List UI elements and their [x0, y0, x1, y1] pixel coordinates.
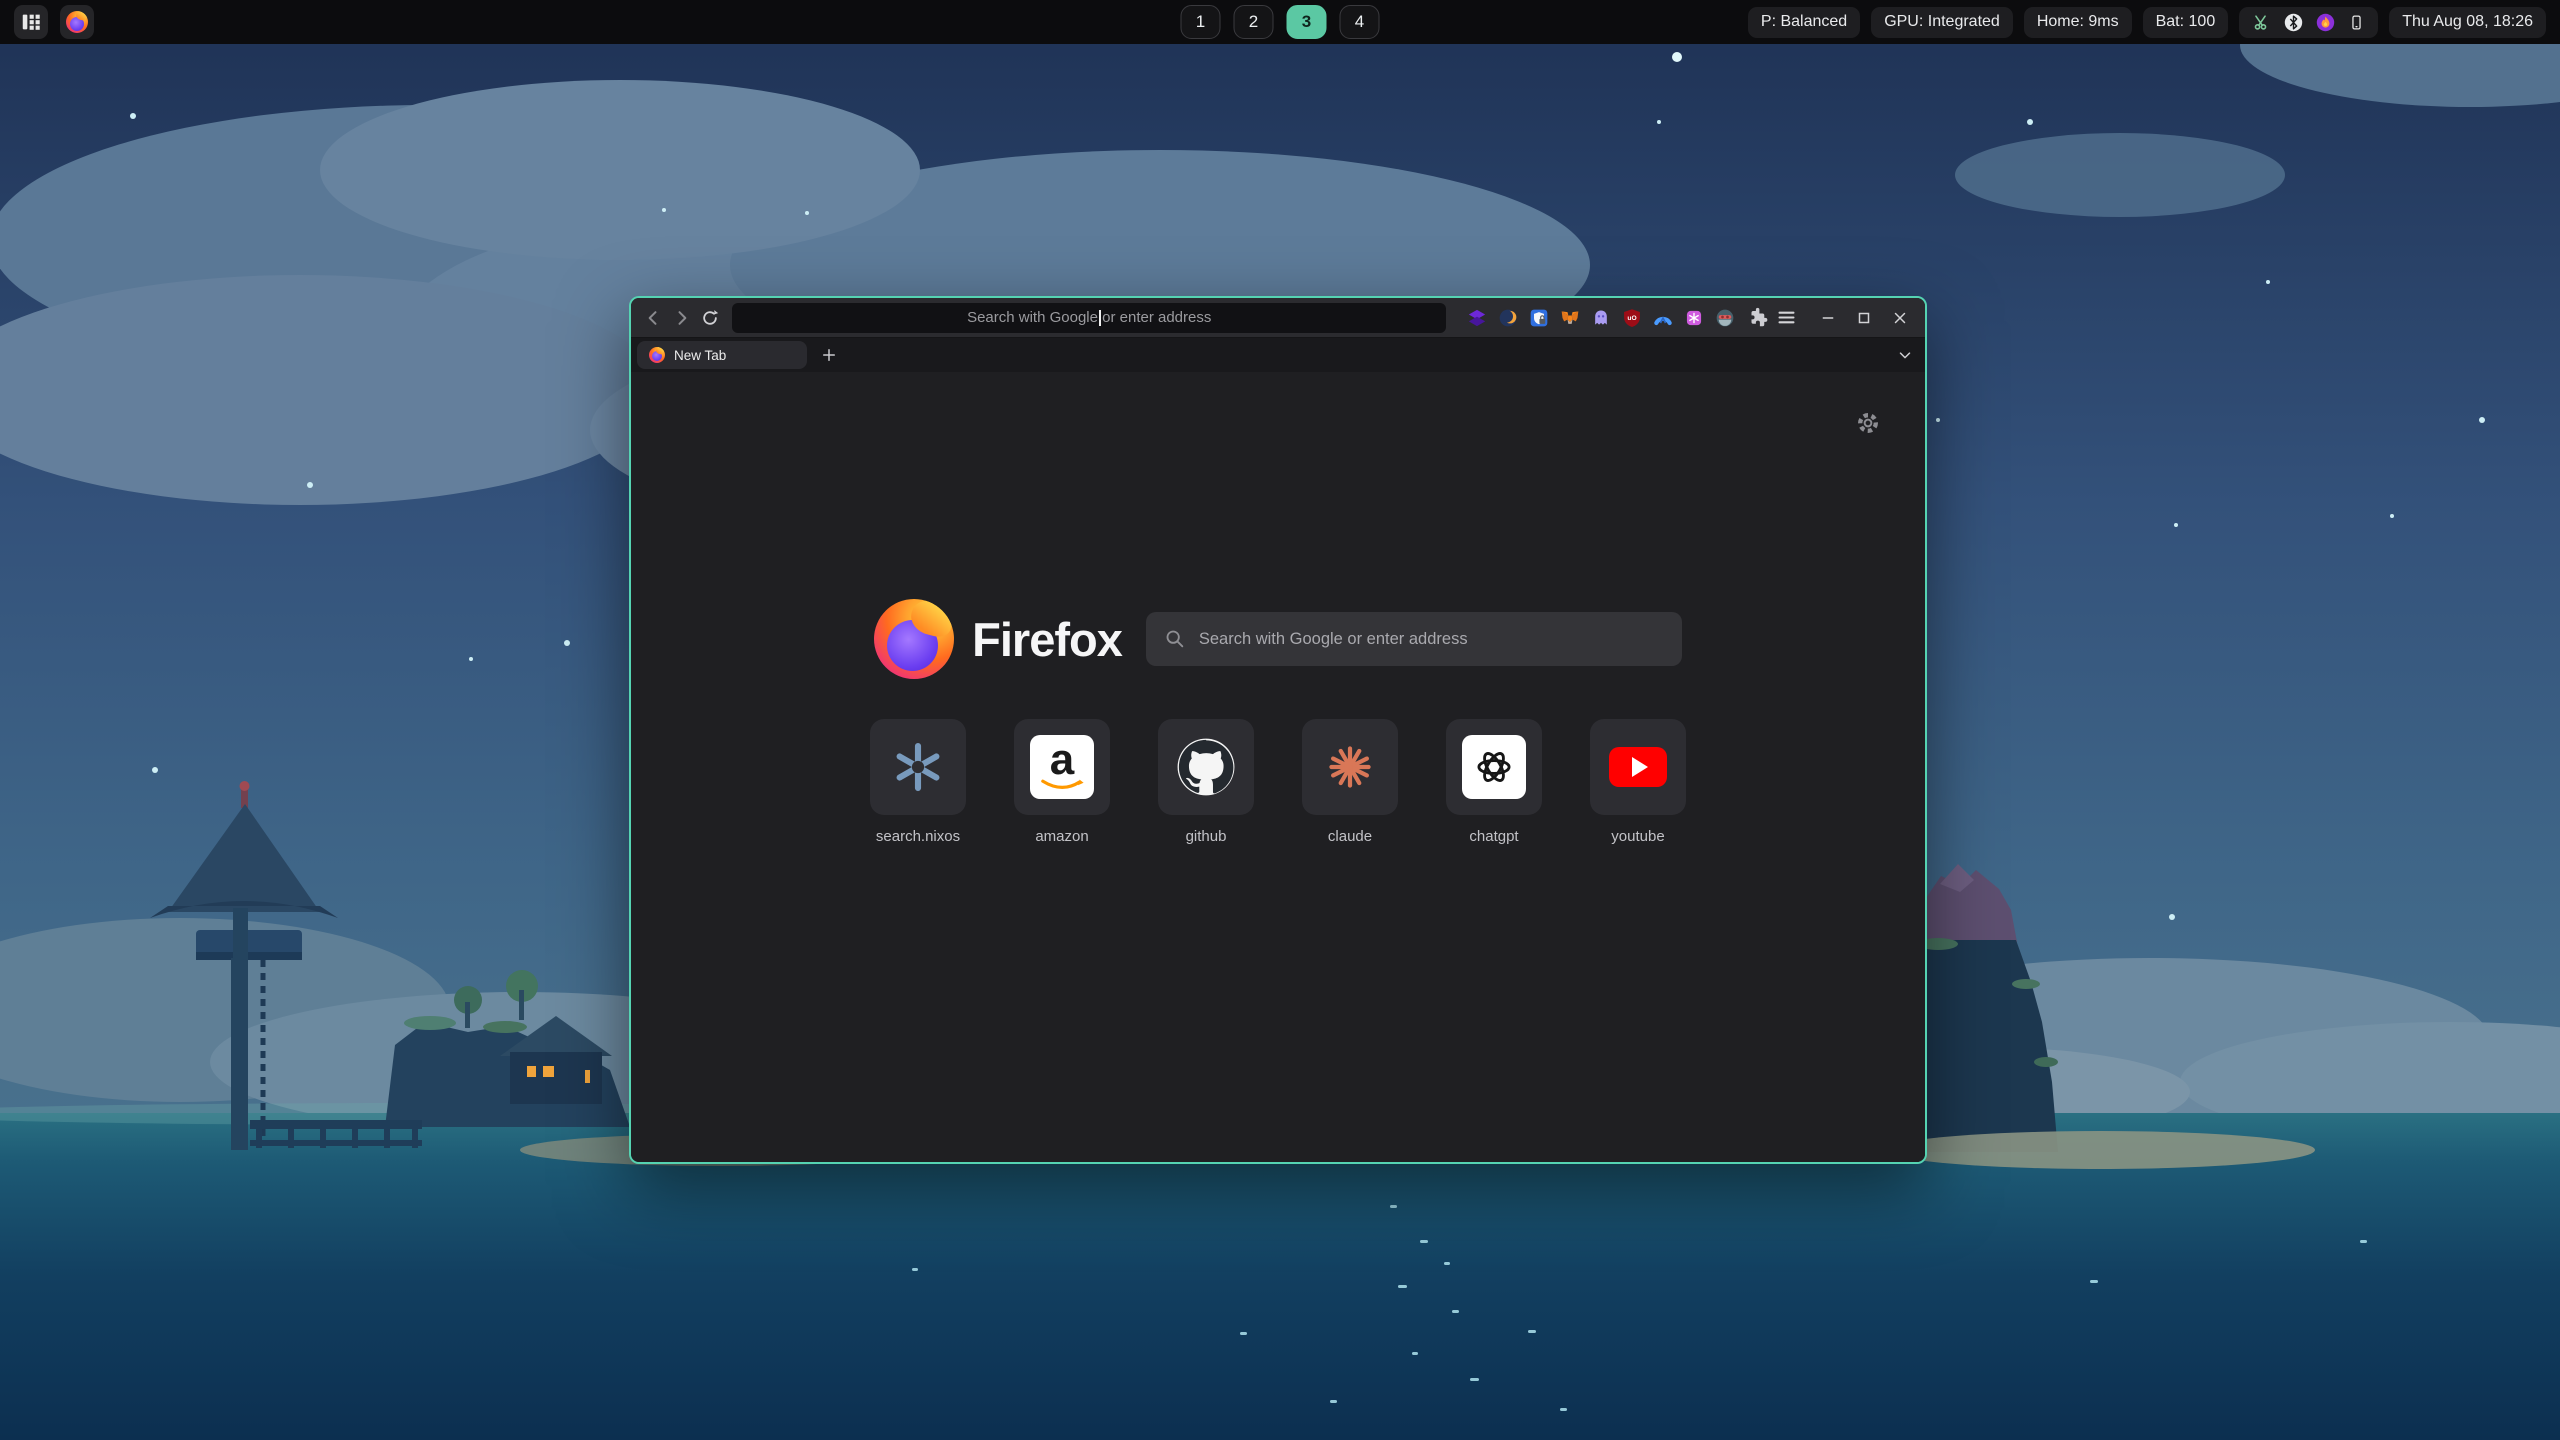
text-caret: [1099, 310, 1101, 326]
ublock-origin-extension-icon[interactable]: uO: [1621, 307, 1643, 329]
app-grid-icon: [20, 11, 42, 33]
bluetooth-icon[interactable]: [2284, 13, 2303, 32]
scissors-icon[interactable]: [2252, 13, 2271, 32]
window-controls: [1813, 303, 1915, 333]
clock-pill[interactable]: Thu Aug 08, 18:26: [2389, 7, 2546, 38]
shortcut-chatgpt[interactable]: chatgpt: [1446, 719, 1542, 845]
tab-strip: New Tab: [631, 338, 1925, 372]
browser-toolbar: uO: [631, 298, 1925, 338]
workspace-3-active[interactable]: 3: [1287, 5, 1327, 39]
close-button[interactable]: [1885, 303, 1915, 333]
firefox-icon: [66, 11, 88, 33]
power-profile-pill[interactable]: P: Balanced: [1748, 7, 1860, 38]
shield-lock-extension-icon[interactable]: [1528, 307, 1550, 329]
forward-button[interactable]: [669, 304, 693, 332]
phone-icon[interactable]: [2348, 13, 2365, 32]
shortcut-github[interactable]: github: [1158, 719, 1254, 845]
topbar-right-cluster: P: Balanced GPU: Integrated Home: 9ms Ba…: [1748, 7, 2546, 38]
shortcut-claude[interactable]: claude: [1302, 719, 1398, 845]
tab-title: New Tab: [674, 348, 726, 363]
shortcut-amazon[interactable]: a github amazon: [1014, 719, 1110, 845]
urlbar-input[interactable]: [732, 303, 1446, 333]
hamburger-menu-button[interactable]: [1775, 304, 1799, 332]
shortcut-search-nixos[interactable]: search.nixos: [870, 719, 966, 845]
firefox-brand: Firefox: [874, 599, 1122, 679]
privacy-mask-extension-icon[interactable]: [1714, 307, 1736, 329]
minimize-button[interactable]: [1813, 303, 1843, 333]
topbar-left-cluster: [14, 5, 94, 39]
maximize-button[interactable]: [1849, 303, 1879, 333]
reload-button[interactable]: [698, 304, 722, 332]
extension-toolbar: uO: [1466, 307, 1736, 329]
system-topbar: 1 2 3 4 P: Balanced GPU: Integrated Home…: [0, 0, 2560, 44]
cube-snowflake-extension-icon[interactable]: [1683, 307, 1705, 329]
workspace-2[interactable]: 2: [1234, 5, 1274, 39]
extensions-puzzle-button[interactable]: [1746, 304, 1770, 332]
ping-pill[interactable]: Home: 9ms: [2024, 7, 2132, 38]
workspace-switcher: 1 2 3 4: [1181, 5, 1380, 39]
ghostery-extension-icon[interactable]: [1590, 307, 1612, 329]
firefox-dock-button[interactable]: [60, 5, 94, 39]
metamask-extension-icon[interactable]: [1559, 307, 1581, 329]
nixos-snowflake-icon: [890, 739, 946, 795]
battery-pill[interactable]: Bat: 100: [2143, 7, 2229, 38]
newtab-page: Firefox: [631, 372, 1925, 1162]
urlbar[interactable]: [732, 303, 1446, 333]
moon-extension-icon[interactable]: [1497, 307, 1519, 329]
claude-starburst-icon: [1323, 740, 1377, 794]
flame-icon[interactable]: [2316, 13, 2335, 32]
firefox-logo: [874, 599, 954, 679]
workspace-4[interactable]: 4: [1340, 5, 1380, 39]
github-octocat-icon: [1175, 736, 1237, 798]
tab-overflow-chevron-button[interactable]: [1891, 341, 1919, 369]
workspace-1[interactable]: 1: [1181, 5, 1221, 39]
tab-new-tab[interactable]: New Tab: [637, 341, 807, 369]
nordvpn-extension-icon[interactable]: [1652, 307, 1674, 329]
amazon-icon: a: [1030, 735, 1094, 799]
newtab-search-bar[interactable]: [1146, 612, 1682, 666]
youtube-play-icon: [1609, 747, 1667, 787]
svg-text:uO: uO: [1628, 315, 1637, 322]
app-launcher-button[interactable]: [14, 5, 48, 39]
shortcuts-row: search.nixos a github amazon: [870, 719, 1686, 845]
gpu-pill[interactable]: GPU: Integrated: [1871, 7, 2013, 38]
shortcut-youtube[interactable]: youtube: [1590, 719, 1686, 845]
newtab-search-input[interactable]: [1199, 630, 1664, 649]
openai-knot-icon: [1462, 735, 1526, 799]
system-tray: [2239, 7, 2378, 38]
back-button[interactable]: [641, 304, 665, 332]
firefox-wordmark: Firefox: [972, 612, 1122, 667]
layers-extension-icon[interactable]: [1466, 307, 1488, 329]
hero-row: Firefox: [874, 599, 1682, 679]
tab-favicon-firefox: [649, 347, 665, 363]
search-icon: [1164, 628, 1186, 650]
new-tab-button[interactable]: [815, 341, 843, 369]
firefox-window: uO: [629, 296, 1927, 1164]
